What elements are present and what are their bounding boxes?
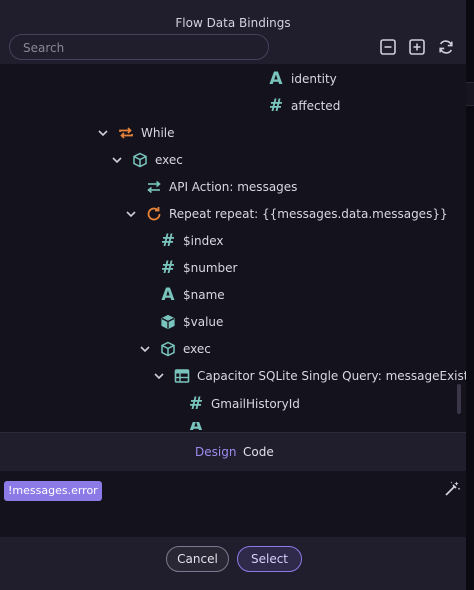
tab-design[interactable]: Design <box>195 445 236 459</box>
tree-item-label: API Action: messages <box>169 180 298 194</box>
tree-item-affected[interactable]: # affected <box>267 96 340 116</box>
number-type-icon: # <box>268 96 284 116</box>
tree-item-identity[interactable]: A identity <box>267 69 337 89</box>
tree-item-label: exec <box>155 153 183 167</box>
tree-item-repeat[interactable]: Repeat repeat: {{messages.data.messages}… <box>125 204 448 224</box>
tree-scrollbar[interactable] <box>457 384 461 414</box>
tree-item-gmail-history-id[interactable]: # GmailHistoryId <box>187 394 300 414</box>
bindings-dialog: Flow Data Bindings A identity <box>0 0 467 590</box>
loop-icon <box>117 124 135 142</box>
tree-item-label: $value <box>183 315 224 329</box>
refresh-button[interactable] <box>437 38 455 56</box>
number-type-icon: # <box>160 231 176 251</box>
text-type-icon: A <box>269 69 283 89</box>
tree-item-api-action[interactable]: API Action: messages <box>145 177 297 197</box>
number-type-icon: # <box>188 394 204 414</box>
tree-item-while[interactable]: While <box>97 123 175 143</box>
repeat-icon <box>145 205 163 223</box>
expand-all-button[interactable] <box>408 38 426 56</box>
table-icon <box>173 367 191 385</box>
swap-icon <box>145 178 163 196</box>
cancel-button[interactable]: Cancel <box>166 546 229 572</box>
chevron-down-icon[interactable] <box>97 127 109 139</box>
background-window-edge <box>466 0 474 590</box>
number-type-icon: # <box>160 258 176 278</box>
search-box[interactable] <box>9 34 269 60</box>
tree-item-value[interactable]: $value <box>159 312 223 332</box>
background-window-element <box>466 82 474 106</box>
collapse-all-button[interactable] <box>379 38 397 56</box>
tree-item-number[interactable]: # $number <box>159 258 238 278</box>
chevron-down-icon[interactable] <box>111 154 123 166</box>
minus-square-icon <box>380 39 396 55</box>
tree-item-label: $index <box>183 234 224 248</box>
tree-item-label: Capacitor SQLite Single Query: messageEx… <box>197 369 466 383</box>
tree-item-label: GmailHistoryId <box>211 397 300 411</box>
expression-editor[interactable]: !messages.error <box>0 471 466 537</box>
dialog-footer: Cancel Select <box>0 537 466 590</box>
tree-item-name[interactable]: A $name <box>159 285 225 305</box>
tree-item-label: $number <box>183 261 238 275</box>
binding-chip[interactable]: !messages.error <box>4 481 102 501</box>
text-type-icon: A <box>161 285 175 305</box>
cube-icon <box>159 313 177 331</box>
tab-code[interactable]: Code <box>243 445 274 459</box>
search-input[interactable] <box>23 39 258 56</box>
chevron-down-icon[interactable] <box>139 343 151 355</box>
tree-item-label: Repeat repeat: {{messages.data.messages}… <box>169 207 448 221</box>
cube-icon <box>159 340 177 358</box>
chevron-down-icon[interactable] <box>153 370 165 382</box>
magic-wand-button[interactable] <box>443 480 461 498</box>
tree-item-sqlite-query[interactable]: Capacitor SQLite Single Query: messageEx… <box>153 366 466 386</box>
editor-tabs: Design Code <box>0 432 466 471</box>
select-button[interactable]: Select <box>237 546 302 572</box>
plus-square-icon <box>409 39 425 55</box>
dialog-title: Flow Data Bindings <box>175 16 291 30</box>
tree-item-label: exec <box>183 342 211 356</box>
tree-item-label: $name <box>183 288 225 302</box>
tree-item-exec-nested[interactable]: exec <box>139 339 211 359</box>
tree-item-partial: A <box>187 422 211 430</box>
refresh-icon <box>439 40 453 54</box>
tree-item-index[interactable]: # $index <box>159 231 224 251</box>
tree-item-exec[interactable]: exec <box>111 150 183 170</box>
cube-icon <box>131 151 149 169</box>
binding-tree: A identity # affected While exec API Act… <box>0 64 466 432</box>
tree-item-label: affected <box>291 99 341 113</box>
chevron-down-icon[interactable] <box>125 208 137 220</box>
magic-wand-icon <box>445 481 461 496</box>
tree-item-label: identity <box>291 72 337 86</box>
text-type-icon: A <box>187 422 205 430</box>
tree-item-label: While <box>141 126 175 140</box>
